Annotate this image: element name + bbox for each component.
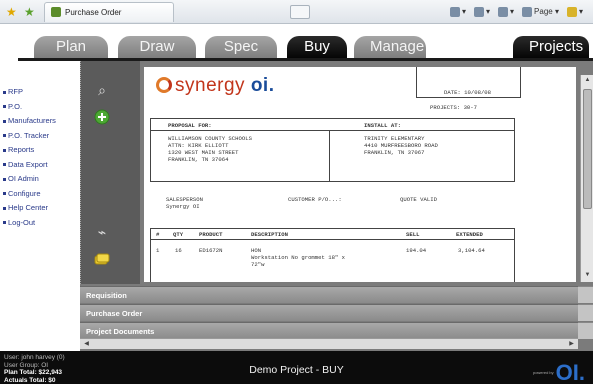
col-header-num: #	[156, 231, 160, 238]
sidebar-item-data-export[interactable]: Data Export	[0, 158, 80, 173]
sidebar-item-manufacturers[interactable]: Manufacturers	[0, 114, 80, 129]
project-documents-panel[interactable]: Project Documents	[80, 322, 578, 339]
tab-spec[interactable]: Spec	[205, 36, 277, 58]
user-name: User: john harvey (0)	[4, 354, 65, 361]
tab-manage[interactable]: Manage	[354, 36, 426, 58]
print-icon[interactable]: ▾	[498, 6, 514, 17]
sidebar-item-configure[interactable]: Configure	[0, 187, 80, 202]
sidebar-item-rfp[interactable]: RFP	[0, 85, 80, 100]
sidebar-item-oi-admin[interactable]: OI Admin	[0, 172, 80, 187]
tab-buy[interactable]: Buy	[287, 36, 347, 58]
horizontal-scrollbar[interactable]: ◀ ▶	[80, 338, 578, 349]
col-header-qty: QTY	[173, 231, 184, 238]
binoculars-icon[interactable]: ⌕	[93, 81, 111, 99]
row-num: 1	[156, 247, 160, 254]
sidebar: RFP P.O. Manufacturers P.O. Tracker Repo…	[0, 61, 80, 351]
requisition-panel[interactable]: Requisition	[80, 286, 578, 303]
salesperson: SALESPERSON Synergy OI	[166, 196, 203, 210]
footer: User: john harvey (0) User Group: OI Pla…	[0, 351, 593, 384]
powered-by-logo: powered byOI.	[532, 360, 585, 384]
sidebar-item-reports[interactable]: Reports	[0, 143, 80, 158]
scroll-left-arrow-icon[interactable]: ◀	[82, 340, 91, 348]
page-menu-button[interactable]: Page ▾	[522, 6, 559, 17]
row-description: HON Workstation No grommet 18" x 72"w	[251, 247, 345, 268]
scroll-thumb[interactable]	[583, 89, 592, 209]
browser-command-bar: ▾ ▾ ▾ Page ▾ ▾	[450, 6, 593, 17]
col-header-product: PRODUCT	[199, 231, 223, 238]
browser-tab[interactable]: Purchase Order	[44, 1, 174, 22]
sidebar-item-label: Log-Out	[8, 217, 36, 227]
sidebar-item-label: P.O.	[8, 101, 23, 111]
browser-tab-title: Purchase Order	[65, 7, 122, 17]
page-menu-label: Page	[534, 6, 553, 16]
page-favicon-icon	[51, 7, 61, 17]
sidebar-item-po[interactable]: P.O.	[0, 100, 80, 115]
document-tools-column: ⌕ ⌁	[80, 61, 140, 284]
synergy-logo: synergy oi.	[156, 75, 274, 97]
feeds-icon[interactable]: ▾	[474, 6, 490, 17]
install-at-label: INSTALL AT:	[364, 122, 401, 129]
sidebar-item-label: OI Admin	[8, 174, 39, 183]
tab-draw[interactable]: Draw	[118, 36, 196, 58]
main-content: ⌕ ⌁ synergy oi. DATE: 10/08/08 PROJECTS:…	[80, 61, 593, 351]
project-title: Demo Project - BUY	[249, 364, 344, 376]
home-icon[interactable]: ▾	[450, 6, 466, 17]
install-at-address: TRINITY ELEMENTARY 4410 MURFREESBORO ROAD…	[364, 135, 438, 156]
col-header-extended: EXTENDED	[456, 231, 483, 238]
sidebar-item-label: Data Export	[8, 159, 48, 169]
sidebar-item-label: P.O. Tracker	[8, 130, 50, 140]
browser-toolbar: ★ ★ Purchase Order ▾ ▾ ▾ Page ▾ ▾	[0, 0, 593, 24]
panel-scroll-track	[578, 322, 593, 339]
sidebar-item-label: Manufacturers	[8, 116, 56, 125]
proposal-for-address: WILLIAMSON COUNTY SCHOOLS ATTN: KIRK ELLI…	[168, 135, 252, 163]
actuals-total: Actuals Total: $0	[4, 376, 56, 384]
row-extended: 3,104.64	[458, 247, 485, 254]
sidebar-item-label: Help Center	[8, 203, 49, 212]
add-icon[interactable]	[93, 109, 111, 127]
row-qty: 16	[175, 247, 182, 254]
projects-button[interactable]: Projects	[513, 36, 589, 58]
panel-scroll-track	[578, 304, 593, 321]
sidebar-item-label: Configure	[8, 188, 41, 198]
row-sell: 194.04	[406, 247, 427, 254]
row-product: ED1672N	[199, 247, 223, 254]
add-favorites-icon[interactable]: ★	[24, 6, 36, 18]
sidebar-item-log-out[interactable]: Log-Out	[0, 216, 80, 231]
purchase-order-document: synergy oi. DATE: 10/08/08 PROJECTS: 30-…	[144, 67, 576, 282]
purchase-order-panel[interactable]: Purchase Order	[80, 304, 578, 321]
sidebar-item-label: Reports	[8, 145, 35, 154]
projects-ref: PROJECTS: 30-7	[430, 104, 478, 111]
new-tab-button[interactable]	[290, 4, 310, 19]
col-header-description: DESCRIPTION	[251, 231, 288, 238]
quote-valid-label: QUOTE VALID	[400, 196, 437, 203]
document-vertical-scrollbar[interactable]: ▲ ▼	[580, 75, 593, 282]
favorites-star-icon[interactable]: ★	[6, 6, 18, 18]
col-header-sell: SELL	[406, 231, 420, 238]
paperclip-icon[interactable]: ⌁	[93, 223, 111, 241]
scroll-up-arrow-icon[interactable]: ▲	[583, 76, 592, 85]
proposal-for-label: PROPOSAL FOR:	[168, 122, 212, 129]
customer-po-label: CUSTOMER P/O...:	[288, 196, 342, 203]
sidebar-item-help-center[interactable]: Help Center	[0, 201, 80, 216]
tools-icon[interactable]: ▾	[566, 6, 583, 17]
sidebar-item-po-tracker[interactable]: P.O. Tracker	[0, 129, 80, 144]
tab-plan[interactable]: Plan	[34, 36, 108, 58]
date-label: DATE: 10/08/08	[444, 89, 492, 96]
sidebar-item-label: RFP	[8, 87, 23, 96]
app-header: Plan Draw Spec Buy Manage Projects	[0, 24, 593, 62]
note-icon[interactable]	[93, 253, 111, 271]
scroll-down-arrow-icon[interactable]: ▼	[583, 271, 592, 280]
panel-scroll-track	[578, 286, 593, 303]
scroll-right-arrow-icon[interactable]: ▶	[567, 340, 576, 348]
